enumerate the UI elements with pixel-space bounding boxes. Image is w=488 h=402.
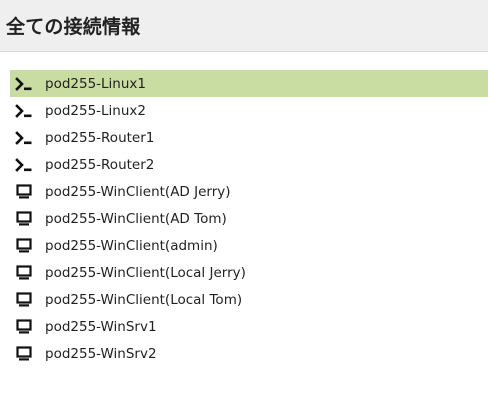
connection-item[interactable]: pod255-Router2 bbox=[10, 151, 488, 178]
connection-label: pod255-WinClient(Local Jerry) bbox=[45, 264, 246, 281]
desktop-icon bbox=[13, 286, 35, 313]
connection-item[interactable]: pod255-WinClient(AD Tom) bbox=[10, 205, 488, 232]
connection-label: pod255-WinClient(AD Tom) bbox=[45, 210, 227, 227]
connection-label: pod255-Router1 bbox=[45, 129, 155, 146]
connection-label: pod255-Linux2 bbox=[45, 102, 146, 119]
connection-label: pod255-WinClient(admin) bbox=[45, 237, 218, 254]
page-header: 全ての接続情報 bbox=[0, 0, 488, 52]
connection-label: pod255-WinSrv1 bbox=[45, 318, 157, 335]
desktop-icon bbox=[13, 232, 35, 259]
desktop-icon bbox=[13, 178, 35, 205]
connection-item[interactable]: pod255-Linux2 bbox=[10, 97, 488, 124]
connection-label: pod255-WinClient(AD Jerry) bbox=[45, 183, 231, 200]
connection-label: pod255-WinSrv2 bbox=[45, 345, 157, 362]
connection-item[interactable]: pod255-WinSrv1 bbox=[10, 313, 488, 340]
connection-item[interactable]: pod255-WinClient(admin) bbox=[10, 232, 488, 259]
desktop-icon bbox=[13, 313, 35, 340]
terminal-icon bbox=[13, 97, 35, 124]
connection-item[interactable]: pod255-WinClient(AD Jerry) bbox=[10, 178, 488, 205]
connection-item[interactable]: pod255-WinSrv2 bbox=[10, 340, 488, 367]
connection-item[interactable]: pod255-WinClient(Local Jerry) bbox=[10, 259, 488, 286]
connection-item[interactable]: pod255-Linux1 bbox=[10, 70, 488, 97]
desktop-icon bbox=[13, 205, 35, 232]
connection-list: pod255-Linux1 pod255-Linux2 pod255-Router1… bbox=[10, 70, 488, 367]
page-title: 全ての接続情報 bbox=[6, 16, 141, 38]
desktop-icon bbox=[13, 259, 35, 286]
connection-label: pod255-Linux1 bbox=[45, 75, 146, 92]
connection-item[interactable]: pod255-Router1 bbox=[10, 124, 488, 151]
desktop-icon bbox=[13, 340, 35, 367]
terminal-icon bbox=[13, 124, 35, 151]
connection-item[interactable]: pod255-WinClient(Local Tom) bbox=[10, 286, 488, 313]
terminal-icon bbox=[13, 70, 35, 97]
connection-label: pod255-Router2 bbox=[45, 156, 155, 173]
connection-label: pod255-WinClient(Local Tom) bbox=[45, 291, 243, 308]
terminal-icon bbox=[13, 151, 35, 178]
